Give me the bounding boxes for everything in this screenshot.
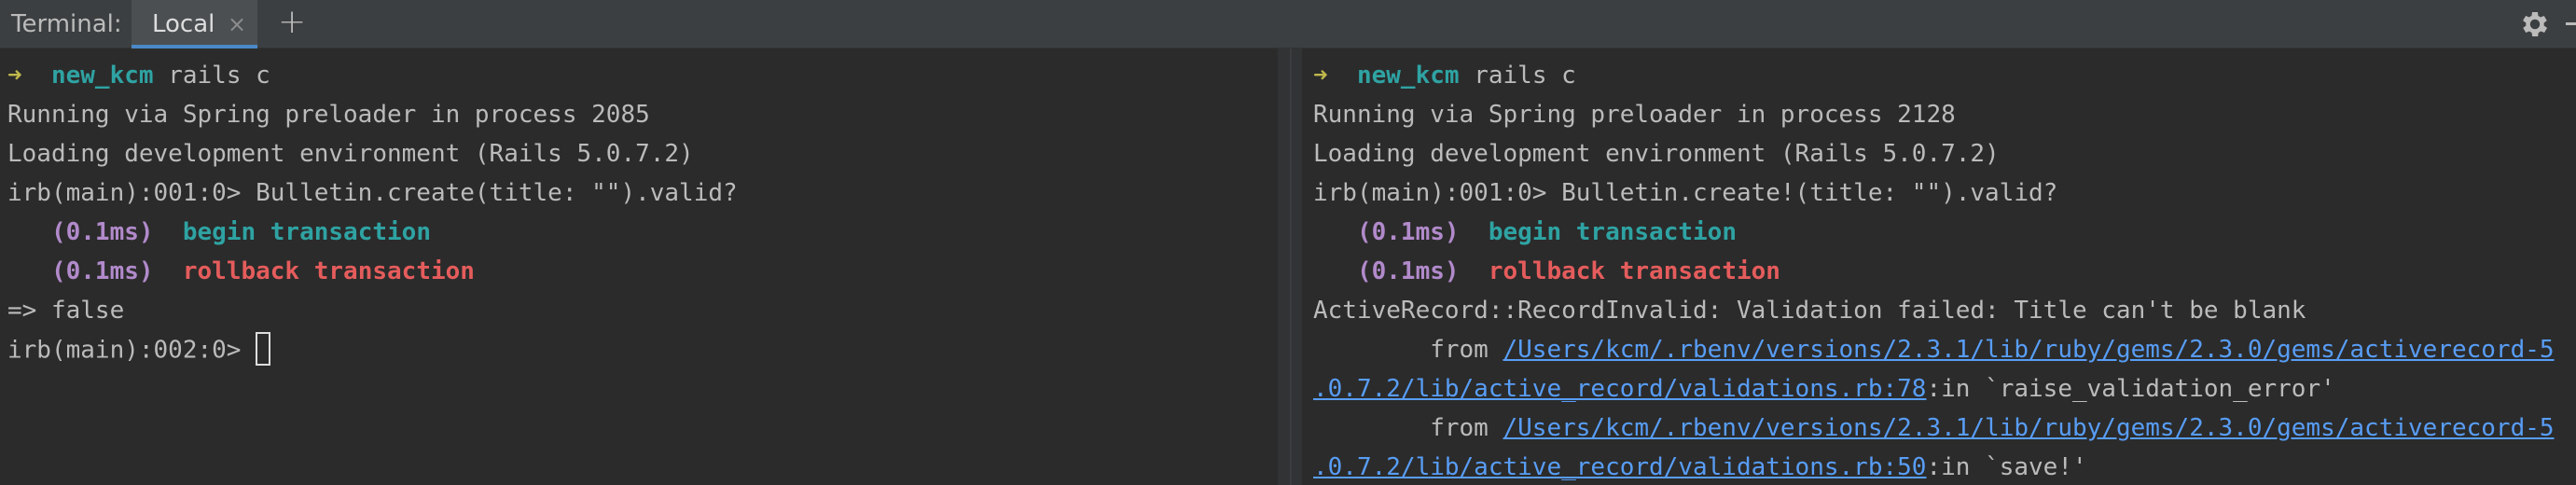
terminal-tabbar: Terminal: Local × + xyxy=(0,0,2576,48)
sql-statement: rollback transaction xyxy=(1488,257,1780,285)
minimize-icon[interactable] xyxy=(2566,22,2576,25)
backtrace-link[interactable]: .0.7.2/lib/active_record/validations.rb:… xyxy=(1313,453,1926,481)
gear-icon[interactable] xyxy=(2518,7,2552,41)
tab-local-label: Local xyxy=(152,10,215,38)
command-text: rails c xyxy=(1474,62,1576,90)
output-line: Loading development environment (Rails 5… xyxy=(7,140,694,168)
sql-log-line: (0.1ms) begin transaction xyxy=(7,218,431,246)
output-line: Running via Spring preloader in process … xyxy=(7,101,650,129)
sql-statement: begin transaction xyxy=(1488,218,1737,246)
terminal-pane-right[interactable]: ➜ new_kcm rails c Running via Spring pre… xyxy=(1302,48,2576,485)
backtrace-link[interactable]: .0.7.2/lib/active_record/validations.rb:… xyxy=(1313,375,1926,403)
sql-log-line: (0.1ms) rollback transaction xyxy=(7,257,475,285)
irb-input-line: irb(main):001:0> Bulletin.create!(title:… xyxy=(1313,179,2058,207)
directory-name: new_kcm xyxy=(50,62,154,90)
sql-log-line: (0.1ms) rollback transaction xyxy=(1313,257,1780,285)
plus-icon[interactable]: + xyxy=(278,6,306,39)
sql-statement: begin transaction xyxy=(182,218,431,246)
error-line: ActiveRecord::RecordInvalid: Validation … xyxy=(1313,297,2306,325)
sql-log-line: (0.1ms) begin transaction xyxy=(1313,218,1737,246)
tab-local[interactable]: Local × xyxy=(132,0,257,48)
terminal-label: Terminal: xyxy=(11,10,122,38)
backtrace-line: .0.7.2/lib/active_record/validations.rb:… xyxy=(1313,453,2087,481)
backtrace-prefix: from xyxy=(1313,414,1503,442)
close-icon[interactable]: × xyxy=(228,11,246,37)
sql-statement: rollback transaction xyxy=(182,257,475,285)
backtrace-link[interactable]: /Users/kcm/.rbenv/versions/2.3.1/lib/rub… xyxy=(1503,414,2555,442)
sql-timing: (0.1ms) xyxy=(1356,257,1460,285)
prompt-arrow-icon: ➜ xyxy=(1313,62,1328,90)
directory-name: new_kcm xyxy=(1356,62,1460,90)
output-line: => false xyxy=(7,297,125,325)
backtrace-line: .0.7.2/lib/active_record/validations.rb:… xyxy=(1313,375,2335,403)
backtrace-suffix: :in `raise_validation_error' xyxy=(1926,375,2335,403)
backtrace-line: from /Users/kcm/.rbenv/versions/2.3.1/li… xyxy=(1313,414,2555,442)
irb-prompt: irb(main):002:0> xyxy=(7,336,256,365)
output-line: Running via Spring preloader in process … xyxy=(1313,101,1956,129)
divider-line xyxy=(1290,48,1292,485)
sql-timing: (0.1ms) xyxy=(50,218,154,246)
prompt-line: ➜ new_kcm rails c xyxy=(1313,62,1576,90)
backtrace-link[interactable]: /Users/kcm/.rbenv/versions/2.3.1/lib/rub… xyxy=(1503,336,2555,364)
backtrace-suffix: :in `save!' xyxy=(1926,453,2087,481)
prompt-arrow-icon: ➜ xyxy=(7,62,22,90)
irb-input-line: irb(main):001:0> Bulletin.create(title: … xyxy=(7,179,738,207)
prompt-line: ➜ new_kcm rails c xyxy=(7,62,270,90)
backtrace-prefix: from xyxy=(1313,336,1503,364)
terminal-pane-left[interactable]: ➜ new_kcm rails c Running via Spring pre… xyxy=(0,48,1278,485)
text-cursor xyxy=(256,332,271,366)
output-line: Loading development environment (Rails 5… xyxy=(1313,140,2000,168)
backtrace-line: from /Users/kcm/.rbenv/versions/2.3.1/li… xyxy=(1313,336,2555,364)
sql-timing: (0.1ms) xyxy=(1356,218,1460,246)
sql-timing: (0.1ms) xyxy=(50,257,154,285)
irb-prompt-line[interactable]: irb(main):002:0> xyxy=(7,332,271,366)
command-text: rails c xyxy=(168,62,270,90)
